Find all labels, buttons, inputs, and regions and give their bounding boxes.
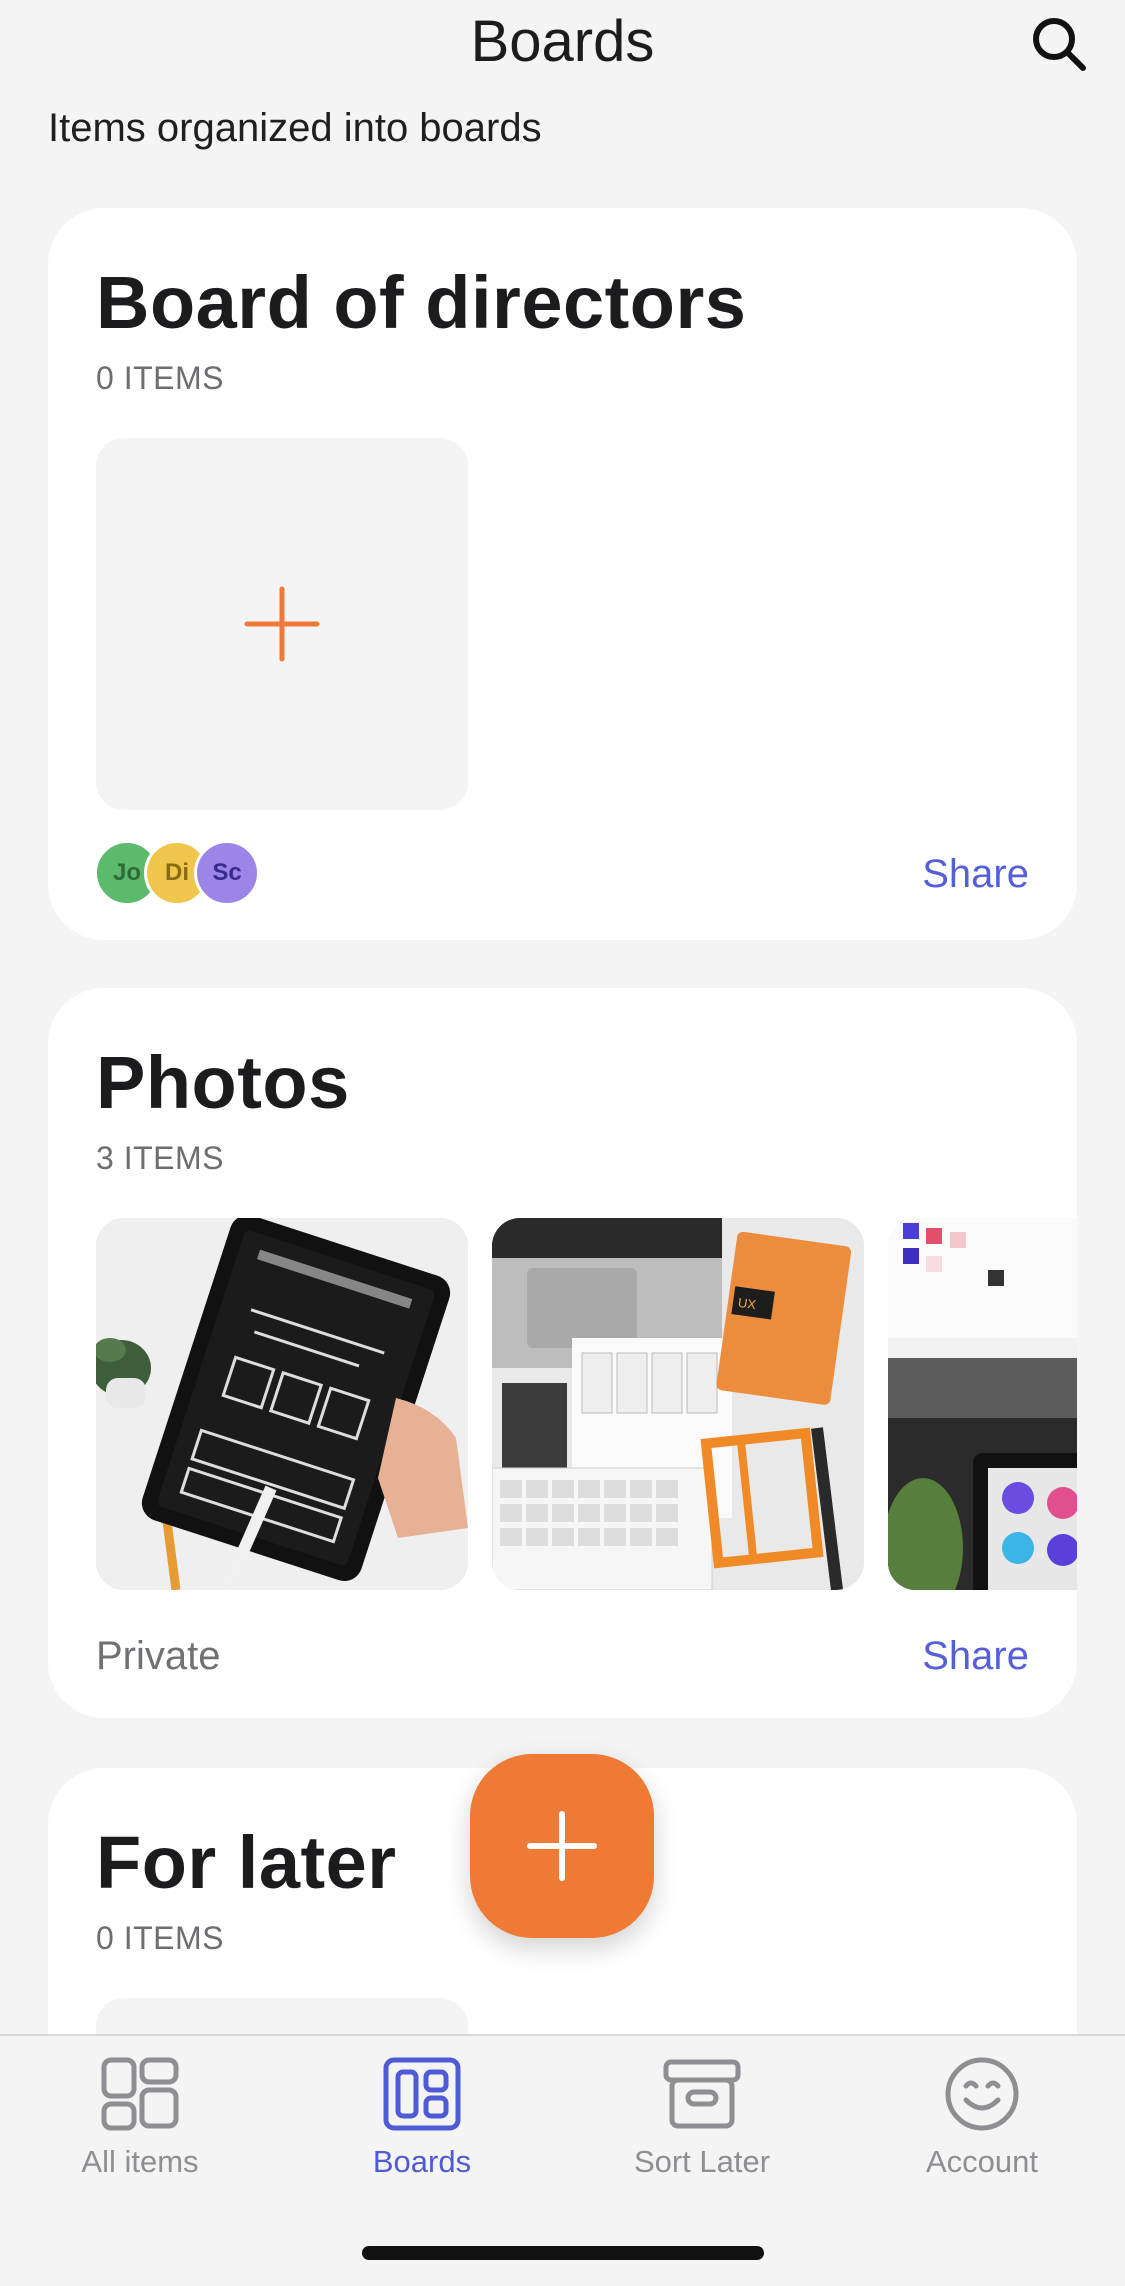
share-button[interactable]: Share: [922, 1634, 1029, 1679]
archive-box-icon: [663, 2059, 741, 2129]
board-title: For later: [96, 1821, 397, 1904]
home-indicator[interactable]: [362, 2246, 764, 2260]
search-icon[interactable]: [1029, 14, 1089, 74]
board-title: Board of directors: [96, 261, 747, 344]
board-item-count: 0 ITEMS: [96, 360, 224, 396]
color-palette-photo[interactable]: [888, 1218, 1077, 1590]
board-item-count: 3 ITEMS: [96, 1140, 224, 1176]
page-subtitle: Items organized into boards: [48, 106, 542, 150]
add-fab-button[interactable]: [470, 1754, 654, 1938]
add-item-tile[interactable]: [96, 438, 468, 810]
board-item-count: 0 ITEMS: [96, 1920, 224, 1956]
member-avatars[interactable]: Jo Di Sc: [94, 840, 274, 906]
visibility-label: Private: [96, 1634, 221, 1678]
smiley-icon: [945, 2057, 1019, 2131]
svg-text:UX: UX: [737, 1295, 757, 1312]
tab-label: All items: [81, 2144, 199, 2179]
ux-sketchbook-photo[interactable]: UX: [492, 1218, 864, 1590]
page-title: Boards: [470, 9, 655, 74]
header: Boards: [0, 0, 1125, 100]
plus-icon: [244, 586, 320, 662]
board-card[interactable]: Board of directors 0 ITEMS Jo Di Sc Shar…: [48, 208, 1077, 940]
tablet-wireframe-photo[interactable]: [96, 1218, 468, 1590]
tab-all-items[interactable]: All items: [0, 2056, 280, 2196]
board-card[interactable]: Photos 3 ITEMS UX Private Share: [48, 988, 1077, 1718]
tab-label: Account: [925, 2144, 1038, 2179]
tab-label: Boards: [372, 2144, 472, 2179]
share-button[interactable]: Share: [922, 852, 1029, 897]
tab-account[interactable]: Account: [842, 2056, 1122, 2196]
tab-label: Sort Later: [633, 2144, 771, 2179]
tab-boards[interactable]: Boards: [282, 2056, 562, 2196]
boards-icon: [383, 2057, 461, 2131]
board-title: Photos: [96, 1041, 350, 1124]
tab-sort-later[interactable]: Sort Later: [562, 2056, 842, 2196]
avatar: Sc: [194, 840, 260, 906]
plus-icon: [527, 1811, 597, 1881]
grid-icon: [101, 2057, 179, 2131]
